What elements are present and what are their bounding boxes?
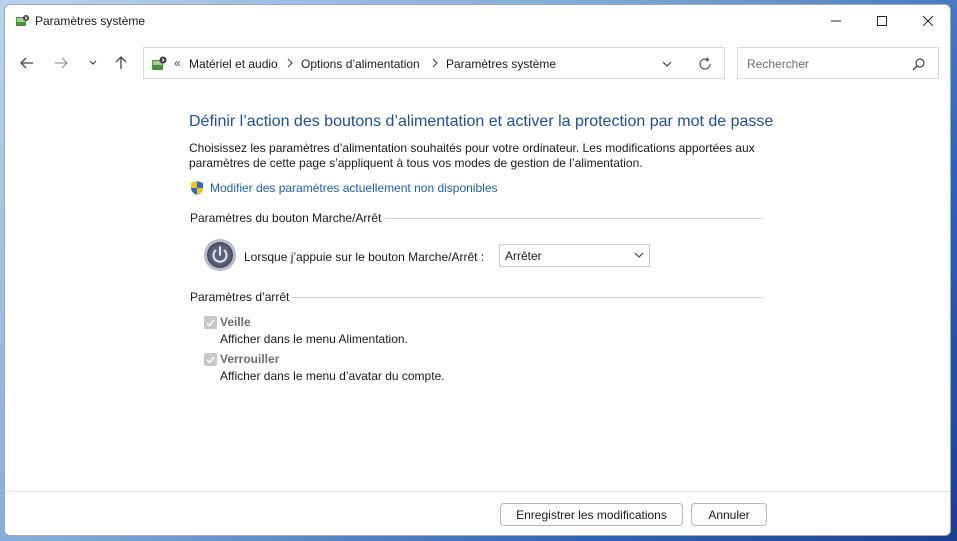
- chevron-down-icon: [634, 252, 644, 258]
- uac-shield-icon: [191, 181, 203, 195]
- power-button-icon: [204, 239, 236, 271]
- checkmark-icon: [206, 319, 215, 327]
- lock-option-description: Afficher dans le menu d’avatar du compte…: [220, 369, 445, 383]
- close-icon: [923, 16, 933, 26]
- forward-button[interactable]: [49, 51, 73, 75]
- sleep-checkbox[interactable]: [204, 316, 217, 329]
- sleep-option-description: Afficher dans le menu Alimentation.: [220, 332, 408, 346]
- search-icon[interactable]: [912, 57, 926, 71]
- arrow-right-icon: [55, 57, 68, 69]
- back-button[interactable]: [15, 51, 39, 75]
- page-title: Définir l’action des boutons d’alimentat…: [189, 113, 774, 130]
- unlock-settings-link-row[interactable]: Modifier des paramètres actuellement non…: [189, 180, 498, 196]
- divider: [385, 218, 763, 219]
- power-options-icon: [152, 56, 167, 70]
- search-input[interactable]: Rechercher: [747, 57, 809, 71]
- chevron-right-icon[interactable]: [432, 58, 438, 68]
- divider: [292, 297, 763, 298]
- power-options-icon: [16, 15, 29, 26]
- shutdown-settings-group-title: Paramètres d’arrêt: [190, 290, 290, 304]
- select-value: Arrêter: [505, 249, 542, 263]
- recent-locations-button[interactable]: [81, 51, 105, 75]
- maximize-icon: [877, 16, 887, 26]
- cancel-button[interactable]: Annuler: [691, 503, 767, 526]
- refresh-icon[interactable]: [697, 56, 713, 72]
- title-bar[interactable]: Paramètres système: [5, 5, 950, 37]
- breadcrumb-hardware-sound[interactable]: Matériel et audio: [189, 57, 278, 71]
- power-button-action-select[interactable]: Arrêter: [499, 244, 650, 267]
- navigation-bar: « Matériel et audio Options d’alimentati…: [5, 43, 950, 83]
- address-dropdown-icon[interactable]: [660, 57, 674, 71]
- address-bar[interactable]: « Matériel et audio Options d’alimentati…: [143, 47, 725, 79]
- breadcrumb-power-options[interactable]: Options d’alimentation: [301, 57, 420, 71]
- lock-checkbox[interactable]: [204, 353, 217, 366]
- power-button-action-label: Lorsque j’appuie sur le bouton Marche/Ar…: [244, 250, 485, 264]
- close-button[interactable]: [905, 5, 950, 37]
- maximize-button[interactable]: [859, 5, 905, 37]
- main-content: Définir l’action des boutons d’alimentat…: [5, 83, 950, 491]
- control-panel-window: Paramètres système « Matériel et audio O…: [4, 4, 951, 536]
- footer-bar: Enregistrer les modifications Annuler: [5, 491, 950, 535]
- power-button-group-title: Paramètres du bouton Marche/Arrêt: [190, 211, 382, 225]
- window-title: Paramètres système: [35, 14, 146, 28]
- save-button[interactable]: Enregistrer les modifications: [500, 503, 683, 526]
- unlock-settings-link[interactable]: Modifier des paramètres actuellement non…: [210, 181, 498, 195]
- checkmark-icon: [206, 356, 215, 364]
- lock-option-title: Verrouiller: [220, 352, 280, 366]
- chevron-down-icon: [89, 60, 97, 65]
- breadcrumb-overflow-button[interactable]: «: [174, 56, 181, 70]
- page-description: Choisissez les paramètres d’alimentation…: [189, 141, 755, 170]
- search-box[interactable]: Rechercher: [737, 47, 939, 79]
- arrow-up-icon: [115, 56, 127, 69]
- up-button[interactable]: [109, 51, 133, 75]
- minimize-button[interactable]: [813, 5, 859, 37]
- sleep-option-title: Veille: [220, 315, 251, 329]
- breadcrumb-system-settings[interactable]: Paramètres système: [446, 57, 556, 71]
- arrow-left-icon: [20, 57, 33, 69]
- minimize-icon: [831, 20, 841, 22]
- chevron-right-icon[interactable]: [287, 58, 293, 68]
